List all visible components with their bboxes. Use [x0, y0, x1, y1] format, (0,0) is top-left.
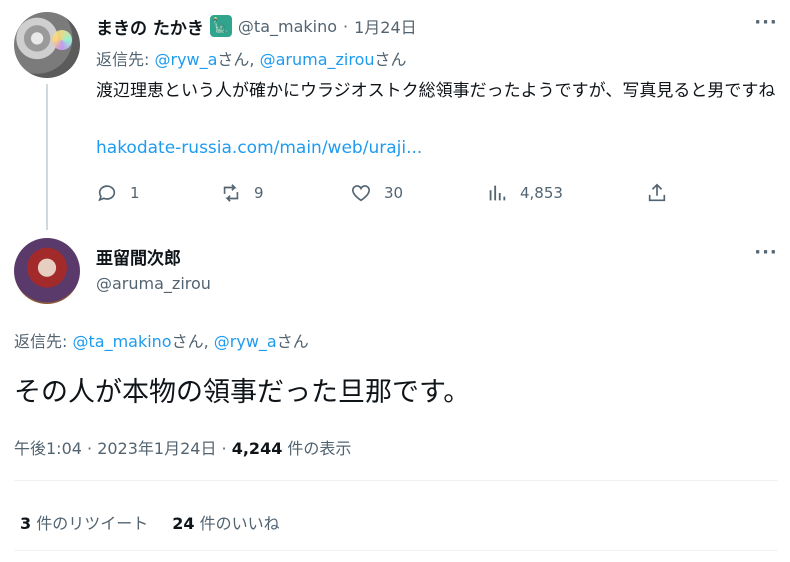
retweet-label: 件のリツイート [31, 514, 149, 533]
views-count: 4,244 [231, 439, 283, 458]
like-button[interactable]: 30 [350, 178, 403, 208]
honorific: さん [374, 50, 407, 69]
tweet-text: 渡辺理恵という人が確かにウラジオストク総領事だったようですが、写真見ると男ですね [96, 81, 776, 101]
tweet-date[interactable]: 1月24日 [354, 14, 417, 38]
honorific: さん [276, 332, 309, 351]
parent-tweet[interactable]: まきの たかき 🗽 @ta_makino · 1月24日 ··· 返信先: @r… [0, 0, 790, 230]
reply-button[interactable]: 1 [96, 178, 140, 208]
like-icon [351, 185, 371, 202]
tweet-meta: 午後1:04 · 2023年1月24日 · 4,244 件の表示 [14, 435, 351, 459]
tweet-actions: 1 9 30 4,853 [96, 178, 676, 208]
views-label: 件の表示 [282, 439, 352, 458]
like-label: 件のいいね [194, 514, 280, 533]
divider [14, 550, 778, 551]
more-icon[interactable]: ··· [754, 244, 778, 268]
statue-of-liberty-emoji-icon: 🗽 [209, 15, 232, 37]
views-count: 4,853 [520, 184, 563, 202]
tweet-timestamp[interactable]: 午後1:04 · 2023年1月24日 · [14, 439, 232, 458]
reply-prefix: 返信先: [96, 50, 155, 69]
avatar[interactable] [14, 12, 80, 78]
tweet-header: まきの たかき 🗽 @ta_makino · 1月24日 [96, 14, 417, 39]
more-icon[interactable]: ··· [754, 14, 778, 38]
separator-dot: · [343, 16, 349, 36]
display-name[interactable]: まきの たかき [96, 14, 204, 39]
retweet-count: 9 [254, 184, 264, 202]
reply-count: 1 [130, 184, 140, 202]
mention-link[interactable]: @ta_makino [72, 332, 171, 351]
retweet-icon [223, 184, 239, 202]
thread-line [46, 84, 48, 230]
user-handle[interactable]: @ta_makino [238, 17, 337, 36]
replying-to: 返信先: @ryw_aさん, @aruma_zirouさん [96, 46, 407, 70]
display-name[interactable]: 亜留間次郎 [96, 244, 181, 269]
retweet-count: 3 [20, 514, 32, 533]
honorific: さん, [171, 332, 214, 351]
like-count: 24 [172, 514, 195, 533]
mention-link[interactable]: @ryw_a [154, 50, 217, 69]
divider [14, 480, 778, 481]
tweet-link[interactable]: hakodate-russia.com/main/web/uraji... [96, 138, 422, 158]
avatar[interactable] [14, 238, 80, 304]
views-icon [489, 185, 506, 201]
like-count: 30 [384, 184, 404, 202]
tweet-text: その人が本物の領事だった旦那です。 [14, 377, 471, 408]
replying-to: 返信先: @ta_makinoさん, @ryw_aさん [14, 328, 309, 352]
user-handle[interactable]: @aruma_zirou [96, 274, 211, 293]
engagement-stats: 3 件のリツイート 24 件のいいね [20, 510, 280, 534]
share-icon [648, 183, 666, 202]
retweet-button[interactable]: 9 [220, 178, 264, 208]
share-button[interactable] [646, 178, 668, 208]
avatar-disc [52, 30, 72, 50]
reply-icon [98, 185, 116, 202]
mention-link[interactable]: @ryw_a [214, 332, 277, 351]
views-button[interactable]: 4,853 [486, 178, 563, 208]
retweet-stat[interactable]: 3 件のリツイート [20, 510, 148, 534]
like-stat[interactable]: 24 件のいいね [172, 510, 279, 534]
mention-link[interactable]: @aruma_zirou [260, 50, 375, 69]
honorific: さん, [217, 50, 260, 69]
reply-prefix: 返信先: [14, 332, 73, 351]
